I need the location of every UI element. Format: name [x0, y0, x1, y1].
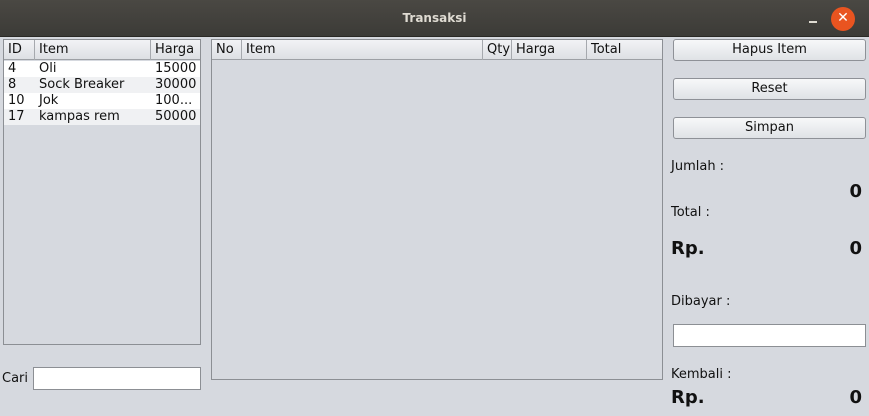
- save-button[interactable]: Simpan: [673, 117, 866, 139]
- kembali-label: Kembali :: [671, 367, 732, 382]
- cell-harga: 100...: [155, 93, 193, 108]
- delete-item-button[interactable]: Hapus Item: [673, 39, 866, 61]
- kembali-value: 0: [849, 387, 862, 408]
- cell-item: Oli: [39, 61, 57, 76]
- table-row[interactable]: 17 kampas rem 50000: [4, 109, 200, 125]
- kembali-currency: Rp.: [671, 387, 705, 408]
- column-header-harga[interactable]: Harga: [512, 40, 587, 60]
- column-header-item[interactable]: Item: [35, 40, 151, 60]
- table-row[interactable]: 10 Jok 100...: [4, 93, 200, 109]
- dibayar-input[interactable]: [673, 324, 866, 347]
- cell-harga: 15000: [155, 61, 197, 76]
- cell-id: 10: [8, 93, 25, 108]
- cell-id: 17: [8, 109, 25, 124]
- cell-harga: 50000: [155, 109, 197, 124]
- column-header-total[interactable]: Total: [587, 40, 662, 60]
- column-header-id[interactable]: ID: [4, 40, 35, 60]
- close-icon[interactable]: ✕: [831, 7, 855, 31]
- product-table-header: ID Item Harga: [4, 40, 200, 60]
- product-rows: 4 Oli 15000 8 Sock Breaker 30000 10 Jok …: [4, 61, 200, 125]
- product-table: ID Item Harga 4 Oli 15000 8 Sock Breaker…: [3, 39, 201, 345]
- cell-id: 8: [8, 77, 17, 92]
- column-header-qty[interactable]: Qty: [483, 40, 512, 60]
- cell-item: Jok: [39, 93, 59, 108]
- jumlah-value: 0: [849, 181, 862, 202]
- cell-harga: 30000: [155, 77, 197, 92]
- column-header-harga[interactable]: Harga: [151, 40, 200, 60]
- total-label: Total :: [671, 205, 710, 220]
- jumlah-label: Jumlah :: [671, 159, 725, 174]
- window-titlebar: Transaksi ✕: [0, 0, 869, 37]
- column-header-item[interactable]: Item: [242, 40, 483, 60]
- cell-item: kampas rem: [39, 109, 120, 124]
- total-currency: Rp.: [671, 238, 705, 259]
- search-input[interactable]: [33, 367, 201, 390]
- search-label: Cari: [2, 371, 28, 386]
- cell-item: Sock Breaker: [39, 77, 125, 92]
- reset-button[interactable]: Reset: [673, 78, 866, 100]
- total-value: 0: [849, 238, 862, 259]
- minimize-icon[interactable]: [806, 10, 820, 26]
- window-title: Transaksi: [402, 11, 467, 25]
- table-row[interactable]: 8 Sock Breaker 30000: [4, 77, 200, 93]
- cart-table: No Item Qty Harga Total: [211, 39, 663, 380]
- table-row[interactable]: 4 Oli 15000: [4, 61, 200, 77]
- cart-table-header: No Item Qty Harga Total: [212, 40, 662, 60]
- dibayar-label: Dibayar :: [671, 294, 731, 309]
- cell-id: 4: [8, 61, 17, 76]
- column-header-no[interactable]: No: [212, 40, 242, 60]
